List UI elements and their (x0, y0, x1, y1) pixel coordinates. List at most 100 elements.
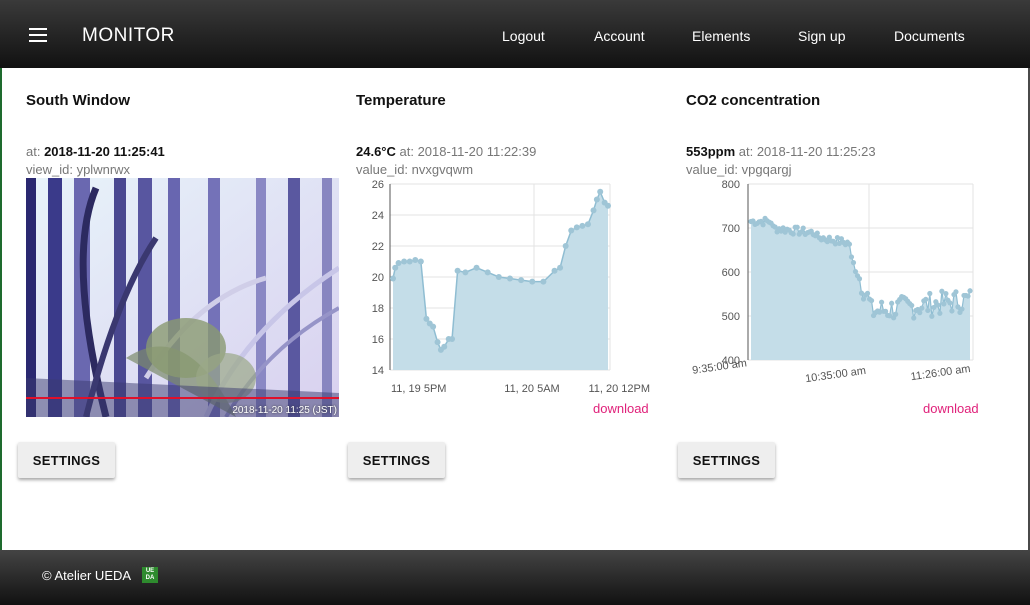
card-title-south-window: South Window (26, 92, 131, 109)
y-tick-label: 500 (722, 311, 740, 323)
temperature-point (506, 275, 513, 282)
temperature-point (529, 278, 536, 285)
temperature-point (579, 222, 586, 229)
temperature-point (584, 221, 591, 228)
co2-value-id: value_id: vpgqargj (686, 162, 792, 177)
co2-point (760, 222, 766, 228)
x-tick-label: 11, 20 12PM (588, 383, 650, 395)
co2-point (929, 313, 935, 319)
co2-value: 553ppm (686, 144, 736, 159)
y-tick-label: 600 (722, 267, 740, 279)
settings-button-temperature[interactable]: SETTINGS (348, 442, 445, 478)
co2-point (953, 289, 959, 295)
menu-icon[interactable] (29, 28, 47, 42)
temperature-point (495, 274, 502, 280)
atelier-ueda-logo: UE DA (142, 567, 158, 583)
top-navbar: MONITOR Logout Account Elements Sign up … (0, 0, 1030, 68)
co2-point (927, 290, 933, 297)
temperature-point (573, 224, 580, 231)
temperature-point (593, 196, 600, 203)
x-tick-label: 11, 19 5PM (391, 383, 446, 395)
co2-meta: 553ppm at: 2018-11-20 11:25:23 value_id:… (686, 143, 876, 179)
window-edge (0, 68, 2, 550)
co2-point (794, 224, 800, 230)
temperature-value: 24.6°C (356, 144, 396, 159)
settings-button-co2[interactable]: SETTINGS (678, 442, 775, 478)
co2-point (850, 260, 857, 266)
temperature-point (395, 260, 402, 267)
x-tick-label: 11, 20 5AM (504, 383, 559, 395)
at-label: at: (26, 144, 45, 159)
card-title-co2: CO2 concentration (686, 92, 821, 109)
co2-point (868, 297, 875, 304)
co2-point (856, 276, 863, 282)
co2-point (911, 315, 917, 321)
co2-point (878, 299, 885, 305)
nav-elements[interactable]: Elements (692, 28, 750, 44)
image-timestamp: 2018-11-20 11:25 (JST) (232, 405, 337, 416)
co2-point (949, 308, 955, 314)
co2-point (864, 290, 871, 296)
temperature-point (390, 275, 396, 282)
y-tick-label: 24 (372, 210, 384, 222)
download-co2-link[interactable]: download (923, 401, 979, 416)
co2-point (800, 225, 806, 231)
nav-account[interactable]: Account (594, 28, 645, 44)
nav-logout[interactable]: Logout (502, 28, 545, 44)
temperature-point (557, 264, 564, 271)
co2-point (909, 302, 915, 309)
download-temperature-link[interactable]: download (593, 401, 649, 416)
y-tick-label: 18 (372, 303, 384, 315)
y-tick-label: 26 (372, 179, 384, 191)
co2-point (937, 310, 943, 316)
app-brand[interactable]: MONITOR (82, 25, 175, 47)
y-tick-label: 14 (372, 365, 384, 377)
temperature-point (473, 264, 480, 271)
co2-point (935, 302, 941, 308)
temperature-area (393, 191, 608, 370)
temperature-point (401, 258, 408, 265)
camera-photo (26, 178, 339, 417)
co2-chart[interactable]: 4005006007008009:35:00 am 10:35:00 am 11:2… (686, 178, 986, 400)
settings-button-south-window[interactable]: SETTINGS (18, 442, 115, 478)
co2-point (893, 311, 899, 317)
temperature-point (484, 269, 491, 276)
card-title-temperature: Temperature (356, 92, 446, 109)
footer: © Atelier UEDA UE DA (0, 550, 1030, 605)
y-tick-label: 22 (372, 241, 384, 253)
co2-point (814, 230, 820, 236)
at-value: 2018-11-20 11:25:41 (44, 144, 165, 159)
temperature-point (430, 323, 437, 330)
temperature-point (562, 243, 569, 249)
co2-point (925, 307, 931, 314)
temperature-point (540, 278, 547, 285)
co2-point (959, 306, 965, 312)
y-tick-label: 700 (722, 223, 740, 235)
co2-point (790, 231, 796, 237)
temperature-point (406, 258, 413, 265)
temperature-point (597, 188, 604, 195)
temperature-at: at: 2018-11-20 11:22:39 (395, 144, 537, 159)
co2-point (947, 300, 953, 306)
co2-point (923, 296, 929, 302)
co2-at: at: 2018-11-20 11:25:23 (735, 144, 876, 159)
temperature-point (454, 267, 461, 274)
nav-sign-up[interactable]: Sign up (798, 28, 845, 44)
temperature-value-id: value_id: nvxgvqwm (356, 162, 474, 177)
co2-point (846, 241, 853, 247)
temperature-chart[interactable]: 14 16 18 20 22 24 26 11, 19 5PM 11, 20 5AM 11, 20… (356, 178, 656, 400)
red-marker-line (26, 397, 339, 399)
temperature-meta: 24.6°C at: 2018-11-20 11:22:39 value_id:… (356, 143, 536, 179)
co2-point (917, 310, 923, 316)
nav-documents[interactable]: Documents (894, 28, 965, 44)
temperature-point (412, 256, 419, 263)
footer-copyright: © Atelier UEDA (42, 568, 132, 583)
co2-point (919, 305, 925, 311)
y-tick-label: 20 (372, 272, 384, 284)
view-id: view_id: yplwnrwx (26, 162, 131, 177)
x-tick-label: 11:26:00 am (910, 363, 971, 383)
x-tick-label: 10:35:00 am (804, 365, 866, 385)
temperature-point (417, 258, 424, 265)
temperature-point (568, 227, 575, 234)
camera-image[interactable]: 2018-11-20 11:25 (JST) (26, 178, 339, 417)
